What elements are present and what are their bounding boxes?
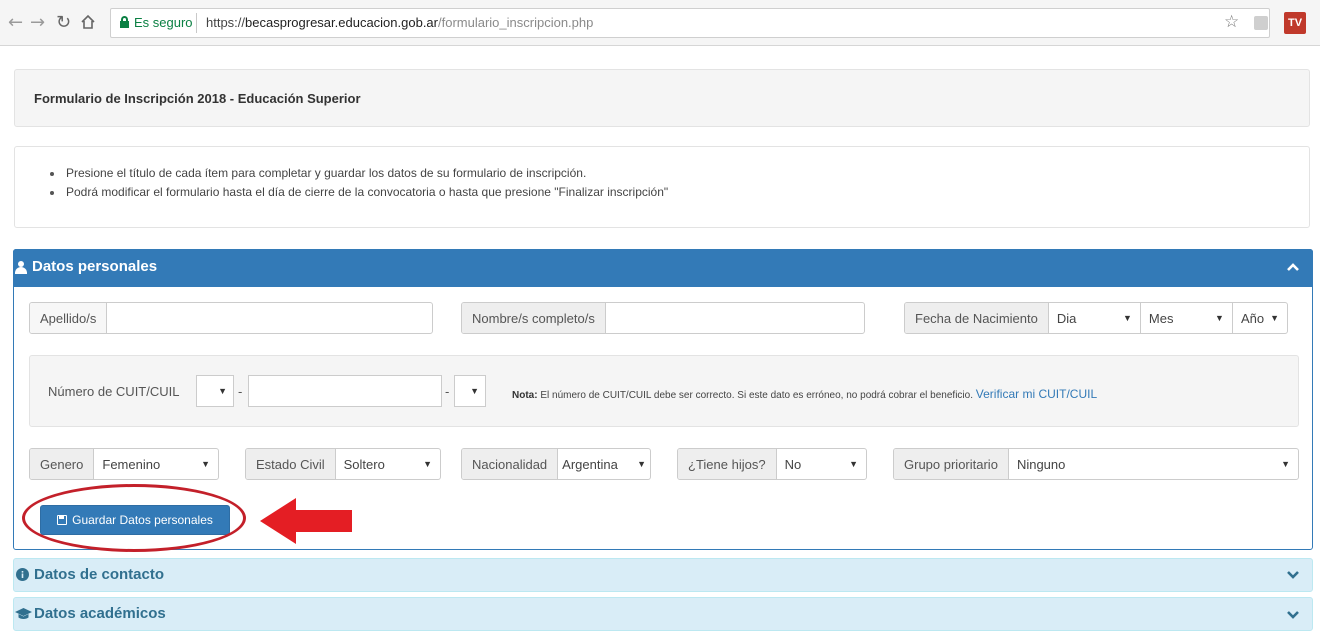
- grupo-prioritario-field: Grupo prioritario Ninguno ▼: [893, 448, 1299, 480]
- estado-civil-select[interactable]: Soltero ▼: [336, 449, 440, 479]
- extension-icon[interactable]: [1254, 16, 1268, 30]
- instruction-text: Podrá modificar el formulario hasta el d…: [66, 185, 669, 199]
- estado-civil-field: Estado Civil Soltero ▼: [245, 448, 441, 480]
- tiene-hijos-value: No: [784, 456, 802, 472]
- estado-civil-value: Soltero: [343, 456, 385, 472]
- lock-icon: [120, 16, 129, 28]
- personal-data-panel-header[interactable]: [13, 249, 1313, 287]
- cuit-prefix-select[interactable]: ▼: [196, 375, 234, 407]
- home-icon[interactable]: [80, 14, 96, 30]
- estado-civil-label: Estado Civil: [246, 449, 336, 479]
- back-icon[interactable]: ←: [8, 14, 23, 32]
- cuit-note: Nota: El número de CUIT/CUIL debe ser co…: [512, 387, 1097, 401]
- tv-extension-icon[interactable]: TV: [1284, 12, 1306, 34]
- nombre-field[interactable]: Nombre/s completo/s: [461, 302, 865, 334]
- caret-down-icon: ▼: [1122, 313, 1132, 323]
- fecha-nacimiento-label: Fecha de Nacimiento: [905, 303, 1049, 333]
- caret-down-icon: ▼: [637, 459, 646, 469]
- academic-data-panel-title[interactable]: Datos académicos: [34, 605, 166, 622]
- note-text: El número de CUIT/CUIL debe ser correcto…: [537, 390, 973, 401]
- genero-select[interactable]: Femenino ▼: [94, 449, 218, 479]
- contact-data-panel-header[interactable]: [13, 558, 1313, 592]
- red-arrow-annotation: [258, 496, 354, 549]
- instruction-item: Presione el título de cada ítem para com…: [50, 166, 586, 180]
- cuit-dash: -: [238, 384, 243, 399]
- caret-down-icon: ▼: [1215, 313, 1224, 323]
- chevron-down-icon[interactable]: [1286, 568, 1300, 582]
- dia-select[interactable]: Dia ▼: [1049, 303, 1141, 333]
- cuit-dash: -: [445, 384, 450, 399]
- mes-select[interactable]: Mes ▼: [1141, 303, 1233, 333]
- caret-down-icon: ▼: [849, 459, 858, 469]
- caret-down-icon: ▼: [1281, 459, 1290, 469]
- nacionalidad-select[interactable]: Argentina ▼: [558, 449, 650, 479]
- nombre-label: Nombre/s completo/s: [462, 303, 606, 333]
- genero-field: Genero Femenino ▼: [29, 448, 219, 480]
- user-icon: [15, 261, 27, 274]
- reload-icon[interactable]: ↻: [56, 14, 71, 32]
- apellido-field[interactable]: Apellido/s: [29, 302, 433, 334]
- grupo-prioritario-select[interactable]: Ninguno ▼: [1009, 449, 1298, 479]
- url-path: /formulario_inscripcion.php: [438, 15, 594, 30]
- grupo-prioritario-value: Ninguno: [1016, 456, 1066, 472]
- anio-value: Año: [1240, 310, 1265, 326]
- secure-label: Es seguro: [134, 15, 193, 30]
- url-text[interactable]: https://becasprogresar.educacion.gob.ar/…: [206, 15, 593, 30]
- tiene-hijos-select[interactable]: No ▼: [777, 449, 866, 479]
- cuit-number-input[interactable]: [248, 375, 442, 407]
- caret-down-icon: ▼: [470, 386, 479, 396]
- apellido-input[interactable]: [107, 303, 432, 333]
- bullet-icon: [50, 190, 54, 195]
- grupo-prioritario-label: Grupo prioritario: [894, 449, 1009, 479]
- cuit-suffix-select[interactable]: ▼: [454, 375, 486, 407]
- address-separator: [196, 13, 197, 33]
- nacionalidad-field: Nacionalidad Argentina ▼: [461, 448, 651, 480]
- instruction-text: Presione el título de cada ítem para com…: [66, 166, 587, 180]
- chevron-up-icon[interactable]: [1286, 260, 1300, 274]
- verify-cuit-link[interactable]: Verificar mi CUIT/CUIL: [976, 387, 1097, 401]
- info-circle-icon: [16, 568, 29, 581]
- red-circle-annotation: [22, 484, 246, 552]
- anio-select[interactable]: Año ▼: [1233, 303, 1287, 333]
- genero-value: Femenino: [102, 456, 161, 472]
- nacionalidad-value: Argentina: [562, 456, 618, 472]
- page-title: Formulario de Inscripción 2018 - Educaci…: [34, 91, 361, 106]
- cuit-label: Número de CUIT/CUIL: [48, 384, 180, 399]
- mes-value: Mes: [1148, 310, 1174, 326]
- personal-data-panel-title[interactable]: Datos personales: [32, 258, 157, 275]
- tiene-hijos-label: ¿Tiene hijos?: [678, 449, 777, 479]
- fecha-nacimiento-field: Fecha de Nacimiento Dia ▼ Mes ▼ Año ▼: [904, 302, 1288, 334]
- caret-down-icon: ▼: [218, 386, 227, 396]
- forward-icon[interactable]: →: [30, 14, 45, 32]
- url-domain: becasprogresar.educacion.gob.ar: [245, 15, 438, 30]
- apellido-label: Apellido/s: [30, 303, 108, 333]
- caret-down-icon: ▼: [1270, 313, 1279, 323]
- contact-data-panel-title[interactable]: Datos de contacto: [34, 566, 164, 583]
- academic-data-panel-header[interactable]: [13, 597, 1313, 631]
- bookmark-star-icon[interactable]: ☆: [1224, 12, 1239, 32]
- nacionalidad-label: Nacionalidad: [462, 449, 559, 479]
- dia-value: Dia: [1056, 310, 1077, 326]
- instruction-item: Podrá modificar el formulario hasta el d…: [50, 185, 668, 199]
- genero-label: Genero: [30, 449, 95, 479]
- caret-down-icon: ▼: [201, 459, 210, 469]
- graduation-cap-icon: [15, 608, 32, 620]
- chevron-down-icon[interactable]: [1286, 608, 1300, 622]
- note-label: Nota:: [512, 390, 538, 401]
- tiene-hijos-field: ¿Tiene hijos? No ▼: [677, 448, 867, 480]
- caret-down-icon: ▼: [423, 459, 432, 469]
- nombre-input[interactable]: [606, 303, 864, 333]
- bullet-icon: [50, 171, 54, 176]
- url-scheme: https://: [206, 15, 246, 30]
